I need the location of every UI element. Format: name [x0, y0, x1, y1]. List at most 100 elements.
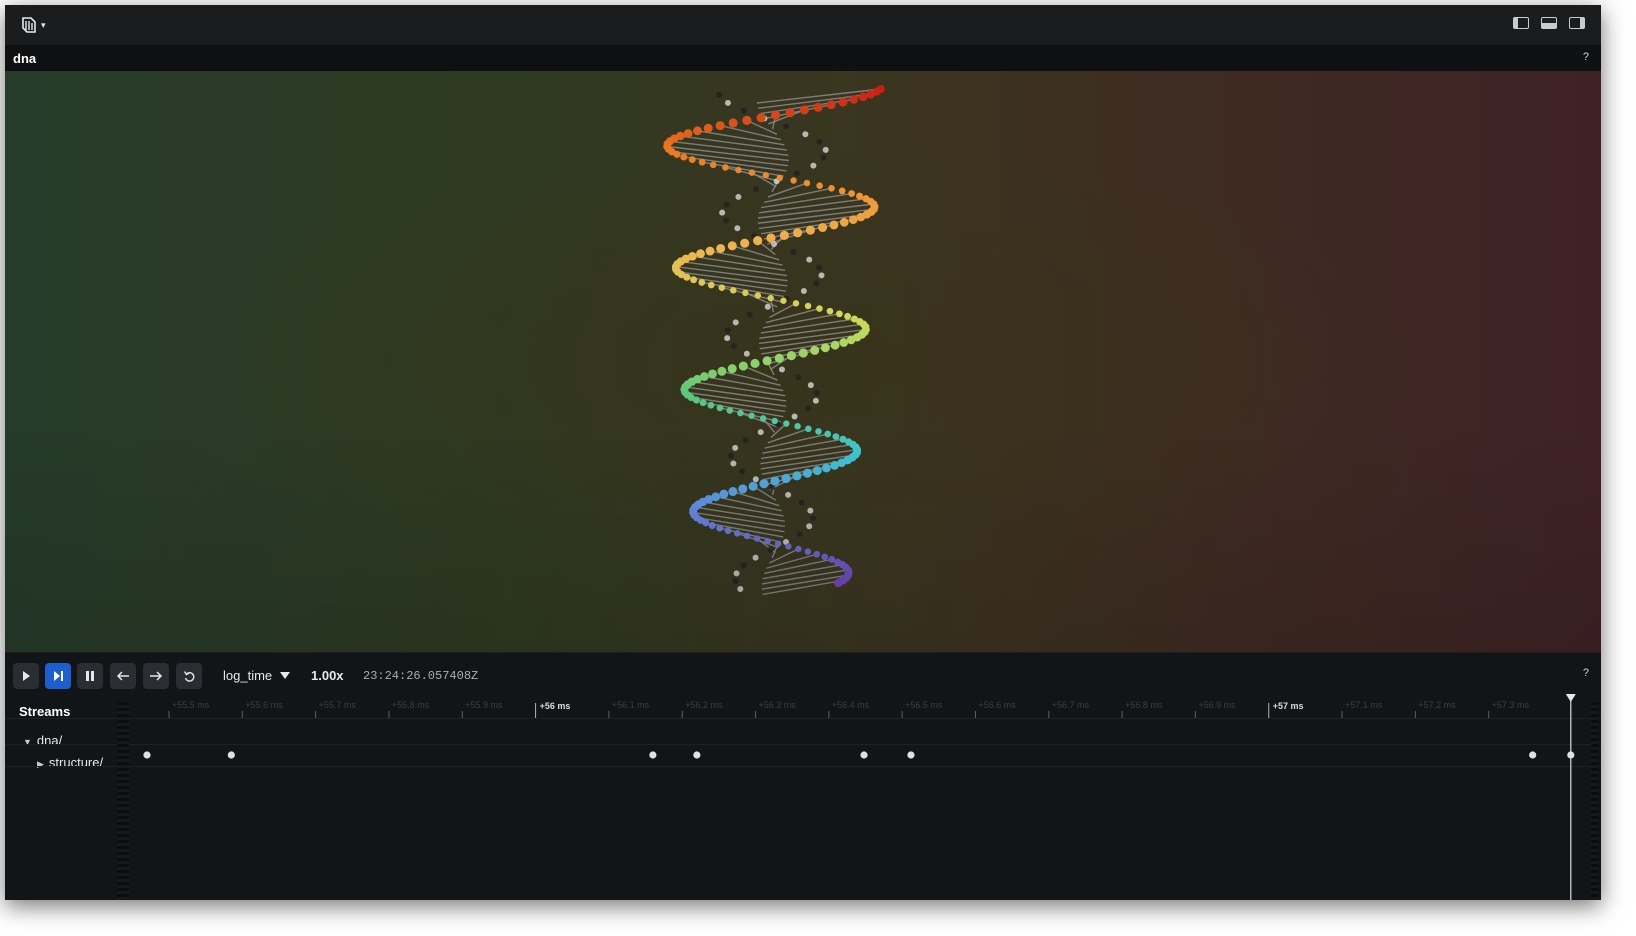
helix-strand-bead — [830, 461, 839, 470]
timeline-help-button[interactable]: ? — [1583, 667, 1589, 679]
helix-strand-bead — [696, 249, 705, 259]
helix-strand-bead — [724, 527, 732, 535]
time-axis-and-events[interactable]: +55.5 ms +55.6 ms +55.7 ms +55.8 ms +55.9 ms… — [5, 694, 1601, 900]
helix-strand-bead — [781, 473, 791, 484]
minor-tick-label: +55.9 ms — [465, 700, 503, 710]
helix-strand-bead — [692, 396, 700, 404]
helix-strand-bead — [716, 243, 726, 253]
helix-strand-bead — [703, 123, 713, 133]
helix-strand-bead — [804, 302, 812, 310]
right-panel-icon[interactable] — [1569, 17, 1585, 29]
helix-strand-bead — [821, 553, 829, 561]
helix-base-bead — [739, 468, 746, 475]
minor-tick-label: +55.8 ms — [392, 700, 430, 710]
helix-strand-bead — [849, 95, 859, 104]
helix-base-bead — [734, 225, 741, 232]
helix-base-bead — [810, 162, 817, 169]
current-timestamp[interactable]: 23:24:26.057408Z — [363, 669, 478, 683]
minor-tick-label: +56.8 ms — [1125, 700, 1163, 710]
helix-strand-bead — [683, 129, 693, 138]
helix-base-bead — [812, 397, 819, 404]
helix-strand-bead — [738, 484, 748, 494]
helix-strand-bead — [733, 530, 741, 537]
minor-tick-label: +56.9 ms — [1198, 700, 1236, 710]
helix-base-bead — [804, 405, 811, 412]
helix-strand-bead — [858, 92, 868, 102]
helix-strand-bead — [774, 540, 782, 547]
left-panel-icon[interactable] — [1513, 17, 1529, 29]
minor-tick-label: +57.2 ms — [1418, 700, 1456, 710]
helix-strand-bead — [792, 471, 802, 481]
helix-strand-bead — [844, 312, 852, 320]
3d-viewport[interactable] — [5, 71, 1601, 652]
helix-strand-bead — [805, 225, 815, 235]
helix-strand-bead — [848, 215, 858, 225]
step-forward-button[interactable] — [143, 663, 169, 689]
minor-tick-label: +56.7 ms — [1052, 700, 1090, 710]
helix-base-bead — [818, 272, 825, 279]
helix-base-bead — [816, 264, 823, 271]
helix-strand-bead — [716, 524, 724, 532]
helix-strand-bead — [774, 353, 784, 363]
helix-base-bead — [737, 586, 744, 592]
helix-strand-bead — [802, 468, 812, 478]
space-view-title[interactable]: dna — [13, 51, 36, 66]
helix-strand-bead — [709, 161, 717, 169]
play-button[interactable] — [13, 663, 39, 689]
helix-base-bead — [724, 335, 731, 342]
playback-speed[interactable]: 1.00x — [311, 668, 344, 683]
helix-strand-bead — [759, 415, 767, 422]
helix-strand-bead — [835, 310, 843, 318]
helix-strand-bead — [693, 126, 702, 136]
minor-tick-label: +57.1 ms — [1345, 700, 1383, 710]
helix-strand-bead — [727, 364, 737, 374]
helix-strand-bead — [813, 102, 823, 112]
helix-base-bead — [783, 123, 790, 130]
help-button[interactable]: ? — [1583, 51, 1589, 63]
pause-button[interactable] — [77, 663, 103, 689]
minor-tick-label: +56.2 ms — [685, 700, 723, 710]
arrow-left-icon — [116, 671, 129, 681]
helix-strand-bead — [848, 190, 856, 198]
helix-base-bead — [742, 437, 749, 444]
helix-base-bead — [719, 209, 726, 216]
helix-strand-bead — [821, 463, 831, 473]
timeline-selector-label: log_time — [223, 668, 273, 683]
helix-strand-bead — [707, 281, 715, 289]
helix-base-bead — [757, 429, 764, 436]
helix-strand-bead — [846, 335, 856, 345]
minor-tick-label: +56.5 ms — [905, 700, 943, 710]
helix-strand-bead — [756, 113, 766, 123]
helix-strand-bead — [839, 338, 849, 347]
helix-strand-bead — [748, 412, 755, 419]
minor-tick-label: +56.4 ms — [832, 700, 870, 710]
helix-strand-bead — [780, 297, 787, 304]
helix-strand-bead — [766, 233, 776, 243]
helix-strand-bead — [829, 220, 839, 230]
timeline-selector[interactable]: log_time — [223, 668, 290, 683]
bottom-panel-icon[interactable] — [1541, 17, 1557, 29]
helix-strand-bead — [698, 278, 706, 286]
helix-base-bead — [816, 139, 823, 146]
helix-base-bead — [806, 256, 813, 263]
helix-base-bead — [727, 452, 734, 459]
loop-button[interactable] — [176, 663, 202, 689]
app-menu-button[interactable]: ▾ — [19, 14, 57, 36]
minor-tick-label: +55.7 ms — [319, 700, 357, 710]
helix-strand-bead — [828, 184, 835, 192]
helix-base-bead — [724, 327, 731, 334]
helix-base-bead — [716, 92, 723, 98]
helix-base-bead — [785, 491, 792, 498]
step-back-button[interactable] — [110, 663, 136, 689]
event-marker — [693, 751, 701, 759]
helix-strand-bead — [762, 356, 772, 366]
event-marker — [1567, 751, 1575, 759]
helix-strand-bead — [737, 409, 744, 417]
follow-button[interactable] — [45, 663, 71, 689]
helix-strand-bead — [718, 284, 726, 291]
helix-strand-bead — [798, 348, 808, 358]
helix-strand-bead — [753, 236, 763, 246]
helix-base-bead — [807, 382, 814, 389]
helix-base-bead — [822, 146, 829, 153]
helix-strand-bead — [793, 228, 803, 238]
